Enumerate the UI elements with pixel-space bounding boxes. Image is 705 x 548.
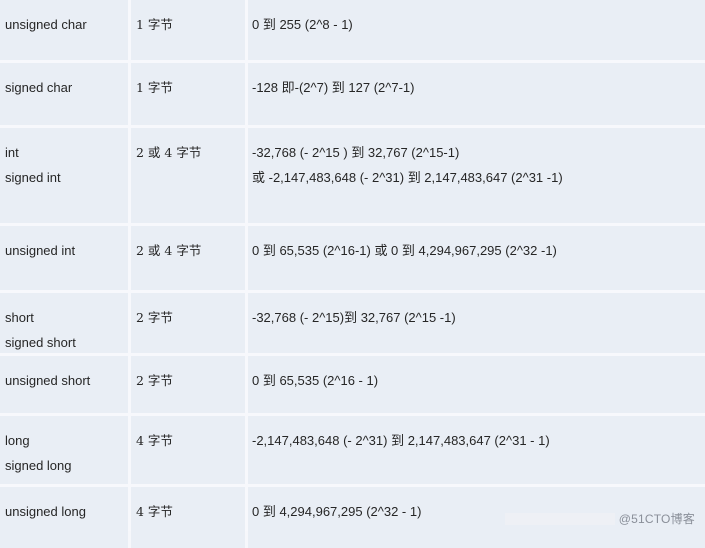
range-value: -2,147,483,648 (- 2^31) 到 2,147,483,647 … bbox=[252, 433, 550, 448]
size-value: 2 或 4 字节 bbox=[136, 145, 202, 160]
type-name: signed char bbox=[5, 80, 73, 95]
data-type-table: unsigned char 1 字节 0 到 255 (2^8 - 1) sig… bbox=[0, 0, 705, 548]
range-value: 0 到 65,535 (2^16-1) 或 0 到 4,294,967,295 … bbox=[252, 243, 557, 258]
type-alias: signed int bbox=[5, 170, 61, 185]
range-cell: -2,147,483,648 (- 2^31) 到 2,147,483,647 … bbox=[248, 416, 705, 484]
range-value: 0 到 65,535 (2^16 - 1) bbox=[252, 373, 379, 388]
type-name: long bbox=[5, 433, 30, 448]
size-cell: 2 或 4 字节 bbox=[131, 128, 245, 223]
type-cell: unsigned char bbox=[0, 0, 128, 60]
range-cell: 0 到 255 (2^8 - 1) bbox=[248, 0, 705, 60]
type-name: unsigned long bbox=[5, 504, 86, 519]
type-name: unsigned short bbox=[5, 373, 91, 388]
type-cell: unsigned int bbox=[0, 226, 128, 290]
type-cell: unsigned long bbox=[0, 487, 128, 548]
watermark: @51CTO博客 bbox=[618, 512, 695, 526]
type-cell: unsigned short bbox=[0, 356, 128, 413]
type-name: short bbox=[5, 310, 34, 325]
size-cell: 1 字节 bbox=[131, 0, 245, 60]
size-cell: 1 字节 bbox=[131, 63, 245, 125]
size-value: 1 字节 bbox=[136, 17, 173, 32]
size-value: 1 字节 bbox=[136, 80, 173, 95]
watermark-background bbox=[505, 513, 615, 525]
range-value: -32,768 (- 2^15 ) 到 32,767 (2^15-1) bbox=[252, 145, 460, 160]
range-value: -128 即-(2^7) 到 127 (2^7-1) bbox=[252, 80, 415, 95]
size-cell: 4 字节 bbox=[131, 487, 245, 548]
type-alias: signed long bbox=[5, 458, 72, 473]
size-value: 2 字节 bbox=[136, 310, 173, 325]
size-cell: 4 字节 bbox=[131, 416, 245, 484]
range-cell: -32,768 (- 2^15 ) 到 32,767 (2^15-1) 或 -2… bbox=[248, 128, 705, 223]
type-cell: short signed short bbox=[0, 293, 128, 353]
range-cell: 0 到 65,535 (2^16 - 1) bbox=[248, 356, 705, 413]
type-cell: int signed int bbox=[0, 128, 128, 223]
size-cell: 2 字节 bbox=[131, 293, 245, 353]
range-value: -32,768 (- 2^15)到 32,767 (2^15 -1) bbox=[252, 310, 456, 325]
type-cell: signed char bbox=[0, 63, 128, 125]
size-value: 4 字节 bbox=[136, 504, 173, 519]
range-cell: -128 即-(2^7) 到 127 (2^7-1) bbox=[248, 63, 705, 125]
size-value: 2 或 4 字节 bbox=[136, 243, 202, 258]
range-cell: 0 到 65,535 (2^16-1) 或 0 到 4,294,967,295 … bbox=[248, 226, 705, 290]
range-cell: -32,768 (- 2^15)到 32,767 (2^15 -1) bbox=[248, 293, 705, 353]
size-value: 4 字节 bbox=[136, 433, 173, 448]
type-name: unsigned int bbox=[5, 243, 76, 258]
range-value: 0 到 255 (2^8 - 1) bbox=[252, 17, 353, 32]
type-cell: long signed long bbox=[0, 416, 128, 484]
size-value: 2 字节 bbox=[136, 373, 173, 388]
type-name: int bbox=[5, 145, 19, 160]
type-name: unsigned char bbox=[5, 17, 87, 32]
range-value-alt: 或 -2,147,483,648 (- 2^31) 到 2,147,483,64… bbox=[252, 170, 563, 185]
type-alias: signed short bbox=[5, 335, 76, 350]
size-cell: 2 字节 bbox=[131, 356, 245, 413]
size-cell: 2 或 4 字节 bbox=[131, 226, 245, 290]
